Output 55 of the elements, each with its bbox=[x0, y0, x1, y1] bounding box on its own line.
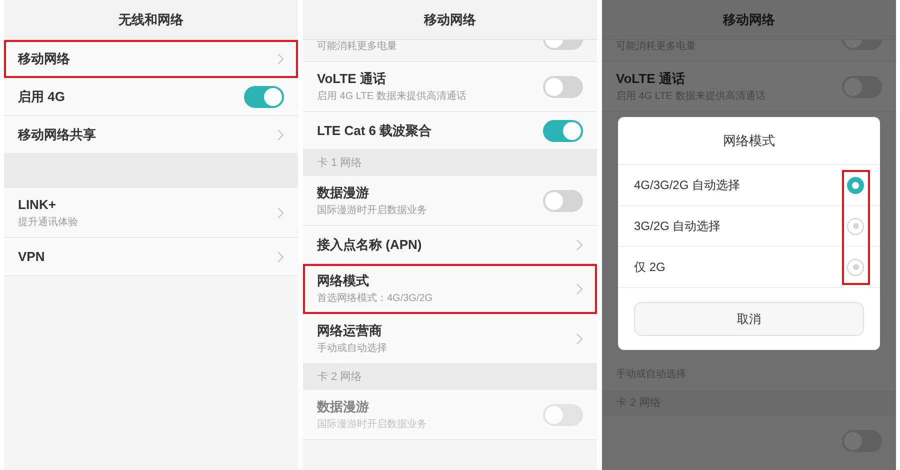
row-label: VoLTE 通话 bbox=[616, 70, 686, 88]
dialog-title: 网络模式 bbox=[723, 132, 775, 150]
row-label: 移动网络共享 bbox=[18, 126, 96, 144]
row-subtitle: 手动或自动选择 bbox=[317, 342, 387, 356]
settings-row[interactable]: LTE Cat 6 载波聚合 bbox=[303, 112, 597, 150]
radio-button[interactable] bbox=[847, 258, 864, 276]
cancel-button[interactable]: 取消 bbox=[634, 302, 864, 336]
radio-option[interactable]: 3G/2G 自动选择 bbox=[618, 206, 880, 247]
toggle-switch[interactable] bbox=[244, 86, 284, 108]
screen-title: 移动网络 bbox=[723, 10, 775, 29]
row-label: 数据漫游 bbox=[317, 398, 370, 416]
row-label: 移动网络 bbox=[18, 50, 70, 68]
row-label: 接入点名称 (APN) bbox=[317, 236, 422, 254]
settings-row[interactable]: 移动网络共享 bbox=[4, 116, 298, 154]
settings-row[interactable]: 数据漫游 国际漫游时开启数据业务 bbox=[303, 176, 597, 226]
row-label: VPN bbox=[18, 248, 45, 266]
row-subtitle: 提升通讯体验 bbox=[18, 216, 78, 230]
row-subtitle: 启用 4G LTE 数据来提供高清通话 bbox=[317, 90, 466, 104]
screen-title: 移动网络 bbox=[424, 10, 476, 29]
row-label: 网络模式 bbox=[317, 272, 370, 290]
screen-title: 无线和网络 bbox=[118, 10, 184, 29]
chevron-right-icon bbox=[576, 282, 583, 294]
row-label: 网络运营商 bbox=[317, 322, 383, 340]
section-header: 卡 1 网络 bbox=[317, 156, 362, 171]
section-header: 卡 2 网络 bbox=[317, 370, 362, 385]
settings-row[interactable]: 启用 4G bbox=[4, 78, 298, 116]
row-subtitle: 可能消耗更多电量 bbox=[317, 40, 397, 54]
settings-row[interactable]: 移动网络 bbox=[4, 40, 298, 78]
toggle-switch[interactable] bbox=[543, 120, 583, 142]
radio-option[interactable]: 仅 2G bbox=[618, 247, 880, 288]
settings-row[interactable]: VoLTE 通话 启用 4G LTE 数据来提供高清通话 bbox=[303, 62, 597, 112]
settings-row[interactable]: VPN bbox=[4, 238, 298, 276]
settings-row[interactable]: LINK+ 提升通讯体验 bbox=[4, 188, 298, 238]
settings-row[interactable]: 网络运营商 手动或自动选择 bbox=[303, 314, 597, 364]
radio-button[interactable] bbox=[847, 218, 864, 234]
chevron-right-icon bbox=[277, 128, 284, 140]
row-subtitle: 国际漫游时开启数据业务 bbox=[317, 418, 427, 432]
radio-button[interactable] bbox=[847, 176, 864, 194]
chevron-right-icon bbox=[576, 238, 583, 250]
row-subtitle: 国际漫游时开启数据业务 bbox=[317, 204, 427, 218]
settings-row[interactable]: 网络模式 首选网络模式：4G/3G/2G bbox=[303, 264, 597, 314]
chevron-right-icon bbox=[277, 52, 284, 64]
toggle-switch[interactable] bbox=[543, 190, 583, 212]
settings-row[interactable]: 接入点名称 (APN) bbox=[303, 226, 597, 264]
toggle-switch[interactable] bbox=[543, 76, 583, 98]
row-label: VoLTE 通话 bbox=[317, 70, 387, 88]
row-label: LINK+ bbox=[18, 196, 57, 214]
row-label: 数据漫游 bbox=[317, 184, 370, 202]
row-label: LTE Cat 6 载波聚合 bbox=[317, 122, 432, 140]
radio-option[interactable]: 4G/3G/2G 自动选择 bbox=[618, 165, 880, 206]
chevron-right-icon bbox=[277, 206, 284, 218]
chevron-right-icon bbox=[576, 332, 583, 344]
row-label: 启用 4G bbox=[18, 88, 65, 106]
row-subtitle: 首选网络模式：4G/3G/2G bbox=[317, 292, 433, 306]
chevron-right-icon bbox=[277, 250, 284, 262]
